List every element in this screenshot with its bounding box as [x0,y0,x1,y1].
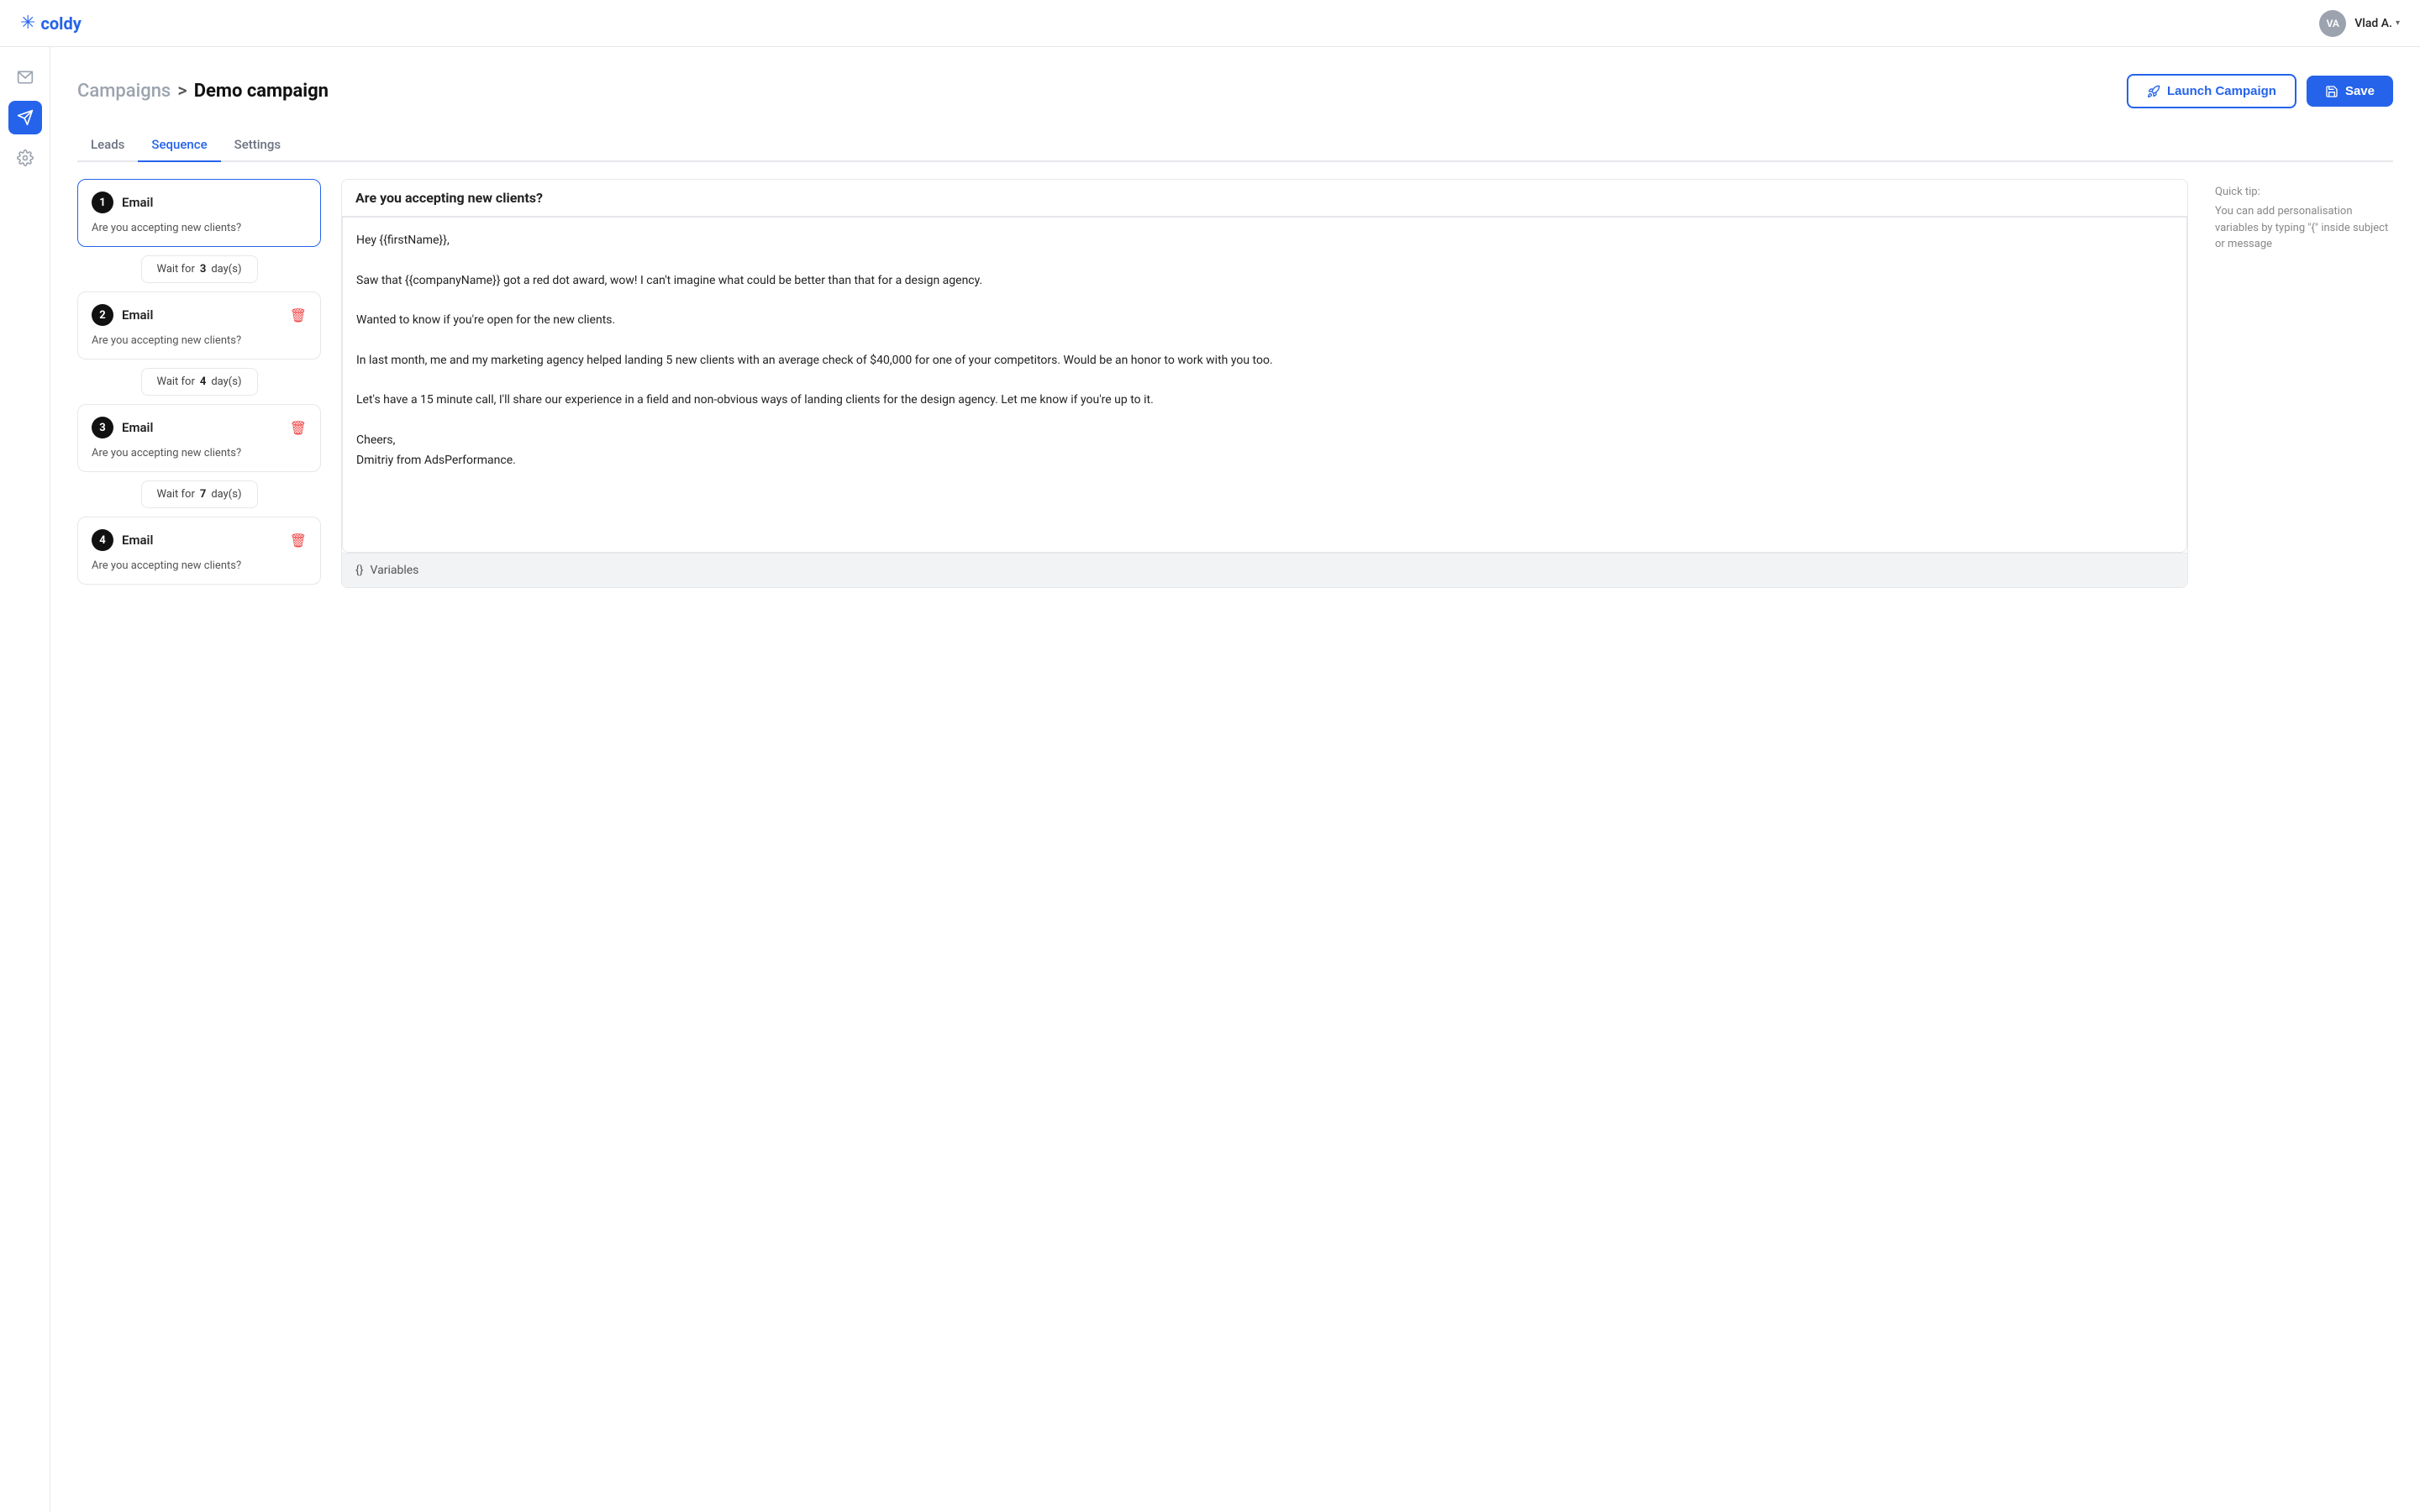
tab-sequence[interactable]: Sequence [138,129,220,162]
breadcrumb-campaigns[interactable]: Campaigns [77,81,171,102]
variables-bar[interactable]: {} Variables [342,553,2187,587]
delete-step-3-button[interactable]: 🗑 [290,420,307,436]
step-type-1: Email [122,195,153,210]
sidebar-item-mail[interactable] [8,60,42,94]
top-nav: ✳ coldy VA Vlad A. ▾ [0,0,2420,47]
wait-label-1: Wait for [157,263,195,276]
step-badge-1: 1 [92,192,113,213]
delete-step-2-button[interactable]: 🗑 [290,307,307,323]
launch-campaign-button[interactable]: Launch Campaign [2127,74,2296,108]
step-badge-4: 4 [92,529,113,551]
wait-label-3: Wait for [157,488,195,501]
step-subject-2: Are you accepting new clients? [92,334,307,347]
variables-label: Variables [370,564,418,577]
user-menu[interactable]: VA Vlad A. ▾ [2319,10,2400,37]
wait-label-2: Wait for [157,375,195,388]
wait-row-1: Wait for 3 day(s) [77,247,321,291]
wait-box-1[interactable]: Wait for 3 day(s) [141,255,258,283]
sequence-step-2[interactable]: 2 Email 🗑 Are you accepting new clients? [77,291,321,360]
chevron-down-icon: ▾ [2396,18,2400,28]
page-header: Campaigns > Demo campaign Launch Campaig… [77,74,2393,108]
editor-subject[interactable]: Are you accepting new clients? [342,180,2187,217]
step-subject-1: Are you accepting new clients? [92,222,307,234]
quick-tip: Quick tip: You can add personalisation v… [2208,179,2393,588]
user-name: Vlad A. ▾ [2354,17,2400,30]
wait-value-3: 7 [200,488,206,501]
content-area: 1 Email Are you accepting new clients? W… [77,179,2393,588]
quick-tip-title: Quick tip: [2215,186,2393,198]
sidebar-item-settings[interactable] [8,141,42,175]
email-editor: Are you accepting new clients? Hey {{fir… [341,179,2188,588]
wait-unit-2: day(s) [211,375,241,388]
avatar: VA [2319,10,2346,37]
wait-box-3[interactable]: Wait for 7 day(s) [141,480,258,508]
rocket-icon [2147,85,2160,98]
tab-settings[interactable]: Settings [221,129,295,162]
wait-value-2: 4 [200,375,206,388]
send-icon [17,109,34,126]
header-actions: Launch Campaign Save [2127,74,2393,108]
logo-icon: ✳ [20,13,35,34]
wait-value-1: 3 [200,263,206,276]
mail-icon [17,69,34,86]
step-subject-3: Are you accepting new clients? [92,447,307,459]
main-content: Campaigns > Demo campaign Launch Campaig… [50,47,2420,1512]
editor-wrapper: Are you accepting new clients? Hey {{fir… [341,179,2188,588]
variables-icon: {} [355,564,363,577]
wait-row-3: Wait for 7 day(s) [77,472,321,517]
wait-box-2[interactable]: Wait for 4 day(s) [141,368,258,396]
step-badge-2: 2 [92,304,113,326]
sidebar-item-campaigns[interactable] [8,101,42,134]
sequence-step-3[interactable]: 3 Email 🗑 Are you accepting new clients? [77,404,321,472]
wait-unit-1: day(s) [211,263,241,276]
tab-leads[interactable]: Leads [77,129,138,162]
step-type-2: Email [122,307,153,323]
wait-row-2: Wait for 4 day(s) [77,360,321,404]
logo[interactable]: ✳ coldy [20,13,82,34]
sequence-step-4[interactable]: 4 Email 🗑 Are you accepting new clients? [77,517,321,585]
save-button[interactable]: Save [2307,76,2393,107]
step-type-4: Email [122,533,153,548]
step-badge-3: 3 [92,417,113,438]
sequence-step-1[interactable]: 1 Email Are you accepting new clients? [77,179,321,247]
settings-icon [17,150,34,166]
breadcrumb: Campaigns > Demo campaign [77,81,329,102]
logo-text: coldy [40,13,81,34]
save-icon [2325,85,2338,98]
sidebar [0,47,50,1512]
step-subject-4: Are you accepting new clients? [92,559,307,572]
page-title: Demo campaign [194,81,329,102]
quick-tip-body: You can add personalisation variables by… [2215,203,2393,253]
editor-body[interactable]: Hey {{firstName}}, Saw that {{companyNam… [342,217,2187,553]
wait-unit-3: day(s) [211,488,241,501]
delete-step-4-button[interactable]: 🗑 [290,533,307,549]
step-type-3: Email [122,420,153,435]
breadcrumb-separator: > [177,81,187,102]
sequence-list: 1 Email Are you accepting new clients? W… [77,179,321,588]
tabs: Leads Sequence Settings [77,129,2393,162]
